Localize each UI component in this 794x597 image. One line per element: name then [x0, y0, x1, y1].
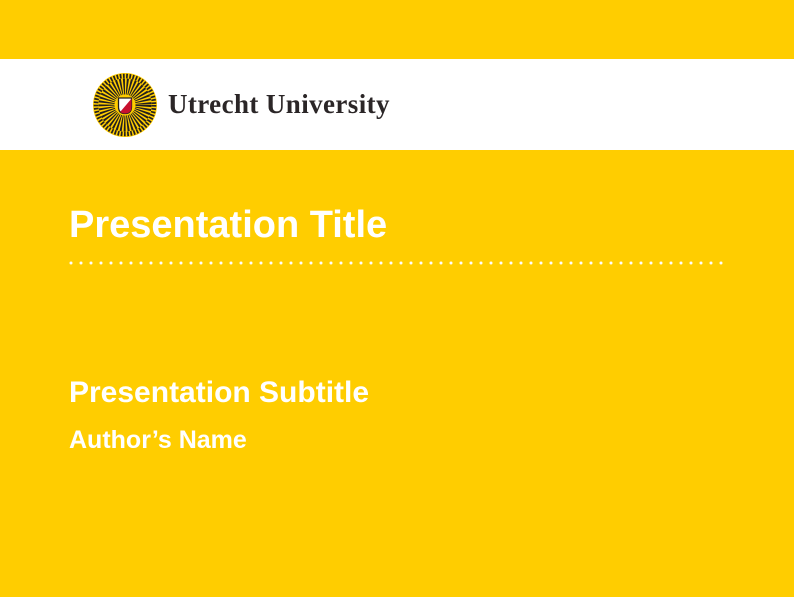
title-slide: Utrecht University Presentation Title Pr… [0, 0, 794, 597]
presentation-subtitle: Presentation Subtitle [69, 375, 369, 411]
dotted-divider [69, 261, 728, 265]
logo-band: Utrecht University [0, 59, 794, 150]
utrecht-university-logo: Utrecht University [93, 73, 390, 137]
author-name: Author’s Name [69, 425, 247, 455]
university-seal-icon [93, 73, 157, 137]
presentation-title: Presentation Title [69, 206, 387, 244]
logo-wordmark: Utrecht University [168, 89, 390, 120]
